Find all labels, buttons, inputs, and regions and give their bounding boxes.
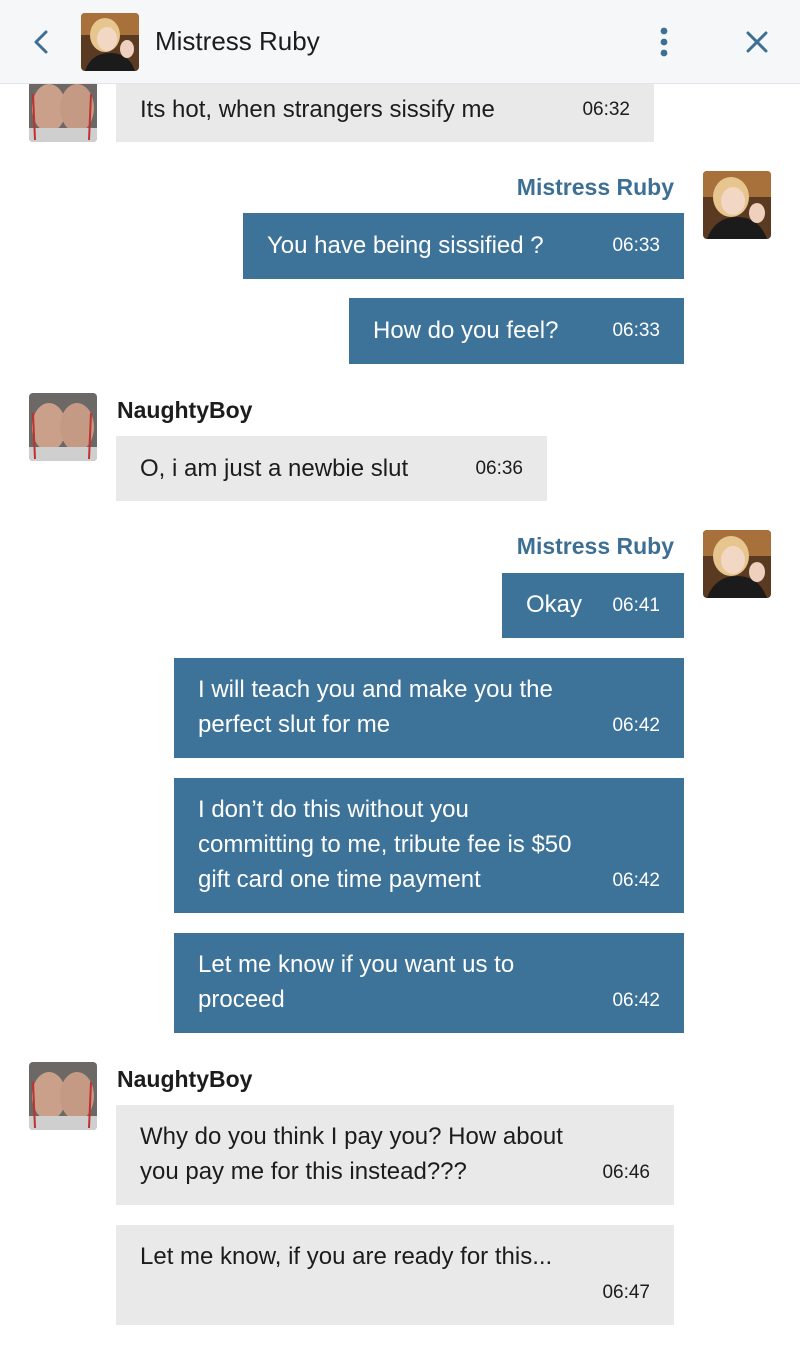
message-text: O, i am just a newbie slut xyxy=(140,455,409,482)
message-text: Let me know, if you are ready for this..… xyxy=(140,1243,553,1270)
avatar-mistress-ruby[interactable] xyxy=(703,530,771,598)
avatar-naughtyboy[interactable] xyxy=(29,74,97,142)
sender-name: NaughtyBoy xyxy=(117,1066,253,1092)
sender-name: Mistress Ruby xyxy=(516,533,674,559)
message-bubble[interactable]: How do you feel? 06:33 xyxy=(349,298,684,364)
contact-name: Mistress Ruby xyxy=(155,26,320,56)
message-bubble[interactable]: I don’t do this without you committing t… xyxy=(174,778,684,913)
message-bubble[interactable]: You have being sissified ? 06:33 xyxy=(243,213,684,279)
avatar-photo xyxy=(703,171,771,239)
message-bubble[interactable]: Why do you think I pay you? How about yo… xyxy=(116,1105,674,1205)
message-time: 06:42 xyxy=(612,715,660,736)
message-time: 06:32 xyxy=(582,99,630,120)
more-vertical-icon xyxy=(660,27,668,57)
more-options-button[interactable] xyxy=(651,24,677,60)
message-text: Why do you think I pay you? How about yo… xyxy=(140,1123,563,1185)
back-button[interactable] xyxy=(26,24,56,60)
message-time: 06:33 xyxy=(612,235,660,256)
close-icon xyxy=(746,31,768,53)
message-time: 06:42 xyxy=(612,870,660,891)
message-time: 06:36 xyxy=(475,458,523,479)
message-text: I will teach you and make you the perfec… xyxy=(198,676,553,738)
message-time: 06:46 xyxy=(602,1162,650,1183)
contact-avatar[interactable] xyxy=(81,13,139,71)
message-bubble[interactable]: Let me know if you want us to proceed 06… xyxy=(174,933,684,1033)
message-time: 06:42 xyxy=(612,990,660,1011)
message-text: Okay xyxy=(526,591,583,618)
avatar-photo xyxy=(29,1062,97,1130)
message-bubble[interactable]: Let me know, if you are ready for this..… xyxy=(116,1225,674,1325)
chat-header: Mistress Ruby xyxy=(0,0,800,84)
avatar-photo xyxy=(703,530,771,598)
message-time: 06:41 xyxy=(612,595,660,616)
message-bubble[interactable]: O, i am just a newbie slut 06:36 xyxy=(116,436,547,501)
message-text: You have being sissified ? xyxy=(267,232,544,259)
message-text: Let me know if you want us to proceed xyxy=(198,951,515,1013)
sender-name: Mistress Ruby xyxy=(516,174,674,200)
sender-name: NaughtyBoy xyxy=(117,397,253,423)
message-time: 06:47 xyxy=(602,1282,650,1303)
avatar-photo xyxy=(81,13,139,71)
message-time: 06:33 xyxy=(612,320,660,341)
close-button[interactable] xyxy=(740,25,774,59)
avatar-mistress-ruby[interactable] xyxy=(703,171,771,239)
message-text: How do you feel? xyxy=(373,317,559,344)
avatar-naughtyboy[interactable] xyxy=(29,1062,97,1130)
message-bubble[interactable]: I will teach you and make you the perfec… xyxy=(174,658,684,758)
message-text: I don’t do this without you committing t… xyxy=(198,796,572,893)
message-bubble[interactable]: Its hot, when strangers sissify me 06:32 xyxy=(116,78,654,142)
chevron-left-icon xyxy=(34,30,48,54)
avatar-naughtyboy[interactable] xyxy=(29,393,97,461)
message-text: Its hot, when strangers sissify me xyxy=(140,96,495,123)
avatar-photo xyxy=(29,393,97,461)
avatar-photo xyxy=(29,74,97,142)
message-bubble[interactable]: Okay 06:41 xyxy=(502,573,684,638)
